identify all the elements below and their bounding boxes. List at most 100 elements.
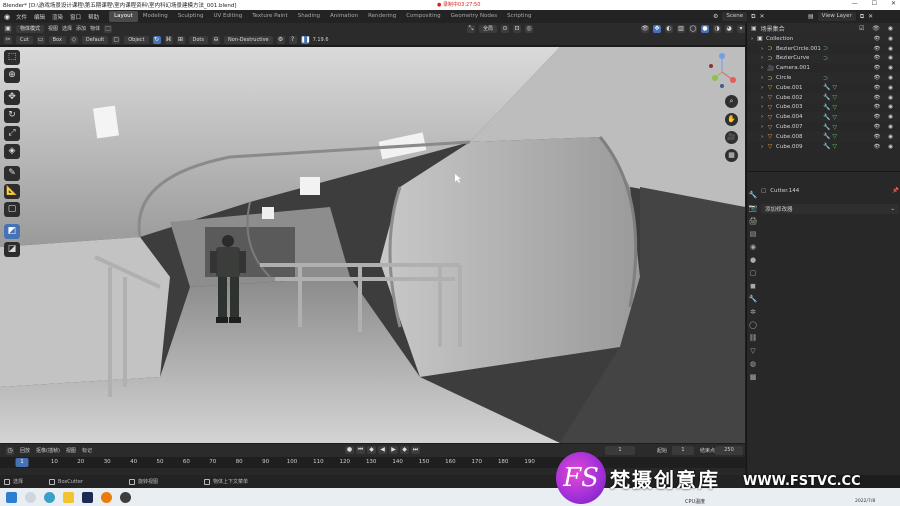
tab-rendering[interactable]: Rendering <box>363 11 401 22</box>
record-icon[interactable]: ● <box>345 446 354 454</box>
jump-end-icon[interactable]: ⏭ <box>411 446 420 454</box>
outliner-restrict-icons[interactable]: ☑ 👁 ◉ <box>859 25 896 32</box>
editor-type-icon[interactable]: ▣ <box>4 24 12 33</box>
play-reverse-icon[interactable]: ◀ <box>378 446 387 454</box>
tab-layout[interactable]: Layout <box>109 11 138 22</box>
non-destructive-dropdown[interactable]: Non-Destructive <box>223 35 273 44</box>
blender-taskbar-icon[interactable] <box>101 491 112 503</box>
pause-icon[interactable]: ❚❚ <box>300 35 311 44</box>
menu-add[interactable]: 添加 <box>76 25 86 32</box>
settings-gear-icon[interactable]: ⚙ <box>276 35 285 44</box>
modifier-icon[interactable]: 🔧 ▽ <box>823 94 837 101</box>
physics-tab-icon[interactable]: ◯ <box>749 320 758 330</box>
modifier-icon[interactable]: 🔧 ▽ <box>823 104 837 111</box>
visibility-icon[interactable]: 👁 ◉ <box>873 65 896 71</box>
timeline-menu-keying[interactable]: 抠像(插帧) <box>36 447 60 454</box>
scene-name[interactable]: Scene <box>722 12 748 21</box>
outliner-item[interactable]: › ▽ Cube.001 🔧 ▽ 👁 ◉ <box>747 83 900 93</box>
scale-tool-icon[interactable]: ⤢ <box>4 126 20 141</box>
zoom-icon[interactable]: ⌕ <box>725 95 738 108</box>
pivot-icon[interactable]: ⊙ <box>501 24 509 33</box>
menu-file[interactable]: 文件 <box>16 13 27 21</box>
grid-option-icon[interactable]: ⊞ <box>176 35 185 44</box>
particles-tab-icon[interactable]: ✲ <box>749 307 758 317</box>
tab-uv-editing[interactable]: UV Editing <box>209 11 248 22</box>
outliner-item[interactable]: › ▽ Cube.002 🔧 ▽ 👁 ◉ <box>747 92 900 103</box>
modifier-tab-icon[interactable]: 🔧 <box>749 294 758 304</box>
rendered-shading-icon[interactable]: ◕ <box>725 24 733 33</box>
navigation-gizmo[interactable] <box>705 50 740 90</box>
modifier-icon[interactable]: ⊃ <box>823 75 828 82</box>
play-icon[interactable]: ▶ <box>389 446 398 454</box>
snap-icon[interactable]: ⊡ <box>513 24 521 33</box>
outliner-item[interactable]: › ▽ Cube.003 🔧 ▽ 👁 ◉ <box>747 103 900 113</box>
timeline-menu-playback[interactable]: 回放 <box>20 447 30 454</box>
edge-browser-icon[interactable] <box>44 491 55 503</box>
pan-hand-icon[interactable]: ✋ <box>725 113 738 126</box>
modifier-icon[interactable]: ⊃ <box>823 55 828 62</box>
modifier-icon[interactable]: 🔧 ▽ <box>823 114 837 121</box>
menu-help[interactable]: 帮助 <box>88 13 99 21</box>
camera-view-icon[interactable]: 🎥 <box>725 131 738 144</box>
scene-close-icon[interactable]: ✕ <box>759 13 764 20</box>
menu-select[interactable]: 选择 <box>62 25 72 32</box>
shading-options-icon[interactable]: ▾ <box>737 24 745 33</box>
blender-logo-icon[interactable]: ◉ <box>0 13 14 21</box>
output-tab-icon[interactable]: 🖨 <box>749 216 758 226</box>
visibility-icon[interactable]: 👁 ◉ <box>873 85 896 91</box>
photoshop-icon[interactable] <box>82 491 93 503</box>
visibility-icon[interactable]: 👁 ◉ <box>873 55 896 61</box>
mode-dropdown[interactable]: 物体模式 <box>16 24 45 33</box>
outliner-item[interactable]: › ⊃ BezierCircle.001 ⊃ 👁 ◉ <box>747 44 900 54</box>
surface-option-icon[interactable]: ⌘ <box>164 35 173 44</box>
menu-object[interactable]: 物体 <box>90 25 100 32</box>
add-modifier-dropdown[interactable]: 添加修改器 ⌄ <box>761 204 899 214</box>
solid-shading-icon[interactable]: ● <box>701 24 709 33</box>
annotate-tool-icon[interactable]: ✎ <box>4 166 20 181</box>
windows-start-icon[interactable] <box>6 491 17 503</box>
scene-render[interactable] <box>0 47 745 443</box>
visibility-icon[interactable]: 👁 ◉ <box>873 134 896 140</box>
menu-render[interactable]: 渲染 <box>52 13 63 21</box>
app-taskbar-icon[interactable] <box>120 491 131 503</box>
outliner-item[interactable]: › ▣ Collection 👁 ◉ <box>747 34 900 44</box>
material-tab-icon[interactable]: ◍ <box>749 359 758 369</box>
material-shading-icon[interactable]: ◑ <box>713 24 721 33</box>
help-icon[interactable]: ? <box>288 35 297 44</box>
menu-view[interactable]: 视图 <box>48 25 58 32</box>
default-dropdown[interactable]: Default <box>81 35 109 44</box>
outliner-item[interactable]: › ▽ Cube.004 🔧 ▽ 👁 ◉ <box>747 112 900 123</box>
maximize-icon[interactable]: ☐ <box>872 0 877 7</box>
data-tab-icon[interactable]: ▽ <box>749 346 758 356</box>
ortho-grid-icon[interactable]: ▦ <box>725 149 738 162</box>
outliner-item[interactable]: › ▽ Cube.009 🔧 ▽ 👁 ◉ <box>747 142 900 152</box>
wireframe-shading-icon[interactable]: ◯ <box>689 24 697 33</box>
gizmo-icon[interactable]: ✥ <box>653 24 661 33</box>
outliner-item[interactable]: › ▽ Cube.007 🔧 ▽ 👁 ◉ <box>747 122 900 132</box>
boxcutter-tool-icon[interactable]: ◩ <box>4 224 20 239</box>
modifier-icon[interactable]: 🔧 ▽ <box>823 133 837 140</box>
rotate-tool-icon[interactable]: ↻ <box>4 108 20 123</box>
hardops-tool-icon[interactable]: ◪ <box>4 242 20 257</box>
modifier-icon[interactable]: 🔧 ▽ <box>823 84 837 91</box>
cursor-tool-icon[interactable]: ⊕ <box>4 68 20 83</box>
modifier-icon[interactable]: ⊃ <box>823 45 828 52</box>
timeline-editor-icon[interactable]: ◷ <box>6 446 14 455</box>
close-icon[interactable]: ✕ <box>891 0 896 7</box>
xray-icon[interactable]: ▥ <box>677 24 685 33</box>
orientation-dropdown[interactable]: 全局 <box>478 24 497 33</box>
collection-tab-icon[interactable]: ▢ <box>749 268 758 278</box>
select-box-tool-icon[interactable]: ⬚ <box>4 50 20 65</box>
render-tab-icon[interactable]: 📷 <box>749 203 758 213</box>
tool-tab-icon[interactable]: 🔧 <box>749 190 758 200</box>
object-dropdown[interactable]: Object <box>124 35 149 44</box>
modifier-icon[interactable]: 🔧 ▽ <box>823 143 837 150</box>
modifier-icon[interactable]: 🔧 ▽ <box>823 124 837 131</box>
visibility-icon[interactable]: 👁 ◉ <box>873 36 896 42</box>
minimize-icon[interactable]: — <box>852 0 858 7</box>
overlay-icon[interactable]: ◐ <box>665 24 673 33</box>
current-frame-marker[interactable]: 1 <box>15 458 29 467</box>
gizmo-toggle-icon[interactable]: ⬚ <box>104 24 113 33</box>
transform-tool-icon[interactable]: ◈ <box>4 144 20 159</box>
scene-copy-icon[interactable]: ⧉ <box>751 13 755 21</box>
